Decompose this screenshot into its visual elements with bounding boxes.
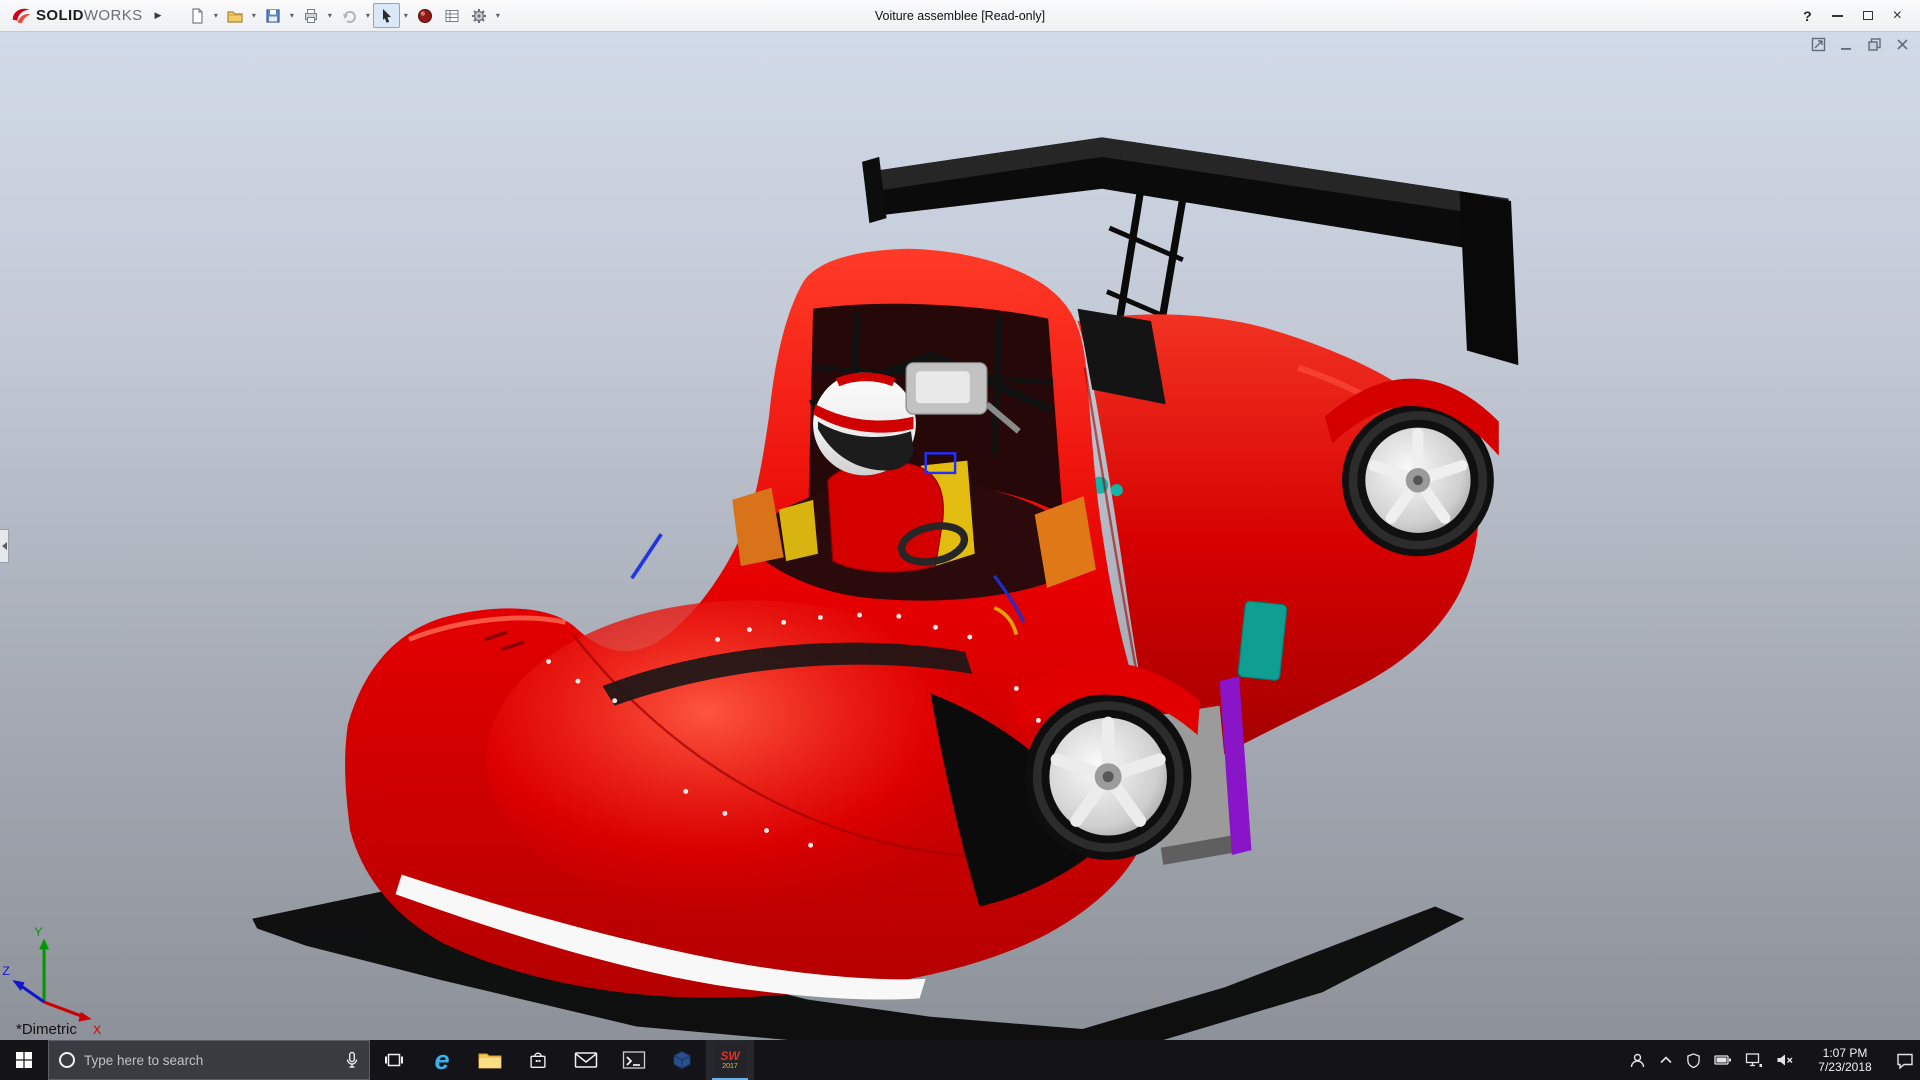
battery-icon[interactable] xyxy=(1714,1053,1732,1067)
brand-works: WORKS xyxy=(84,7,143,24)
cad-cube-icon xyxy=(671,1049,693,1071)
document-window-controls xyxy=(1811,37,1910,52)
file-explorer-icon xyxy=(478,1050,502,1070)
network-icon[interactable] xyxy=(1745,1052,1763,1068)
print-caret[interactable]: ▾ xyxy=(324,11,335,20)
search-input[interactable] xyxy=(84,1053,336,1068)
print-button[interactable] xyxy=(297,3,324,28)
close-button[interactable]: × xyxy=(1893,11,1902,21)
clock-time: 1:07 PM xyxy=(1807,1046,1883,1060)
options-button[interactable] xyxy=(465,3,492,28)
edge-app-button[interactable]: e xyxy=(418,1040,466,1080)
cortana-icon xyxy=(59,1052,75,1068)
triad-z-label: Z xyxy=(2,964,10,978)
mail-app-button[interactable] xyxy=(562,1040,610,1080)
appearance-button[interactable] xyxy=(411,3,438,28)
task-view-button[interactable] xyxy=(370,1040,418,1080)
microphone-icon[interactable] xyxy=(345,1051,359,1069)
select-tool-caret[interactable]: ▾ xyxy=(400,11,411,20)
minimize-icon[interactable] xyxy=(1839,37,1854,52)
file-explorer-button[interactable] xyxy=(466,1040,514,1080)
open-document-button[interactable] xyxy=(221,3,248,28)
sw-badge-year: 2017 xyxy=(722,1063,738,1070)
window-title: Voiture assemblee [Read-only] xyxy=(875,9,1045,23)
ds-logo-icon xyxy=(10,5,32,27)
chevron-up-icon[interactable] xyxy=(1659,1054,1673,1066)
mail-icon xyxy=(574,1050,598,1070)
solidworks-window: SOLIDWORKS ▶ ▾ ▾ xyxy=(0,0,1920,1080)
options-caret[interactable]: ▾ xyxy=(492,11,503,20)
open-document-icon xyxy=(226,7,244,25)
design-table-icon xyxy=(443,7,461,25)
dock-icon[interactable] xyxy=(1811,37,1826,52)
taskbar-search[interactable] xyxy=(48,1040,370,1080)
save-caret[interactable]: ▾ xyxy=(286,11,297,20)
appearance-sphere-icon xyxy=(416,7,434,25)
help-button[interactable]: ? xyxy=(1803,8,1812,24)
clock-date: 7/23/2018 xyxy=(1807,1060,1883,1074)
people-icon[interactable] xyxy=(1629,1052,1646,1069)
new-document-button[interactable] xyxy=(183,3,210,28)
brand-solid: SOLID xyxy=(36,7,84,24)
title-bar: SOLIDWORKS ▶ ▾ ▾ xyxy=(0,0,1920,32)
save-button[interactable] xyxy=(259,3,286,28)
triad-y-label: Y xyxy=(34,925,42,939)
solidworks-2017-icon: SW 2017 xyxy=(715,1045,746,1076)
store-app-button[interactable] xyxy=(514,1040,562,1080)
main-toolbar: ▾ ▾ ▾ ▾ xyxy=(183,3,503,28)
open-document-caret[interactable]: ▾ xyxy=(248,11,259,20)
undo-button[interactable] xyxy=(335,3,362,28)
taskbar-clock[interactable]: 1:07 PM 7/23/2018 xyxy=(1807,1046,1883,1075)
system-tray: 1:07 PM 7/23/2018 xyxy=(1629,1040,1920,1080)
collapse-arrow-icon xyxy=(2,542,7,550)
select-arrow-icon xyxy=(378,7,396,25)
minimize-button[interactable] xyxy=(1832,15,1843,17)
windows-taskbar: e xyxy=(0,1040,1920,1080)
save-icon xyxy=(264,7,282,25)
task-view-icon xyxy=(384,1050,404,1070)
view-orientation-label: *Dimetric xyxy=(16,1021,77,1038)
solidworks-logo: SOLIDWORKS xyxy=(10,5,143,27)
select-tool-button[interactable] xyxy=(373,3,400,28)
new-document-icon xyxy=(188,7,206,25)
brand-text: SOLIDWORKS xyxy=(36,7,143,24)
undo-icon xyxy=(340,7,358,25)
side-window-teal xyxy=(1238,601,1287,681)
undo-caret[interactable]: ▾ xyxy=(362,11,373,20)
shield-icon[interactable] xyxy=(1686,1052,1701,1069)
new-document-caret[interactable]: ▾ xyxy=(210,11,221,20)
cad-cube-app-button[interactable] xyxy=(658,1040,706,1080)
viewport-canvas[interactable]: Y X Z xyxy=(0,32,1920,1040)
volume-muted-icon[interactable] xyxy=(1776,1052,1794,1068)
feature-panel-collapse-tab[interactable] xyxy=(0,529,9,563)
restore-icon[interactable] xyxy=(1867,37,1882,52)
terminal-app-button[interactable] xyxy=(610,1040,658,1080)
window-controls: ? × xyxy=(1803,8,1910,24)
maximize-button[interactable] xyxy=(1863,11,1873,20)
print-icon xyxy=(302,7,320,25)
start-button[interactable] xyxy=(0,1040,48,1080)
edge-icon: e xyxy=(434,1047,449,1074)
close-icon[interactable] xyxy=(1895,37,1910,52)
toolbar-flyout-arrow-icon[interactable]: ▶ xyxy=(155,10,162,21)
terminal-icon xyxy=(622,1050,646,1070)
solidworks-app-button[interactable]: SW 2017 xyxy=(706,1040,754,1080)
windows-logo-icon xyxy=(15,1051,33,1069)
triad-x-label: X xyxy=(93,1023,101,1037)
store-icon xyxy=(527,1049,549,1071)
action-center-icon[interactable] xyxy=(1896,1052,1914,1069)
options-gear-icon xyxy=(470,7,488,25)
graphics-viewport[interactable]: Y X Z *Dimetric xyxy=(0,32,1920,1040)
design-table-button[interactable] xyxy=(438,3,465,28)
sw-badge-text: SW xyxy=(720,1050,739,1062)
